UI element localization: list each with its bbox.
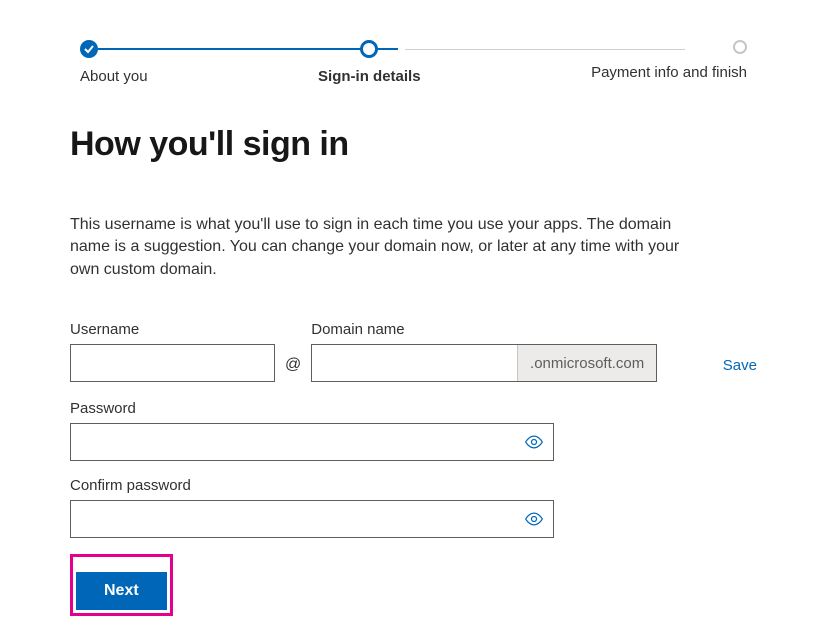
step-signin-details: Sign-in details: [148, 40, 592, 85]
next-button[interactable]: Next: [76, 572, 167, 610]
domain-field-group: Domain name .onmicrosoft.com: [311, 321, 699, 382]
eye-icon[interactable]: [524, 512, 544, 526]
callout-highlight: Next: [70, 554, 173, 616]
check-icon: [80, 40, 98, 58]
confirm-password-field-group: Confirm password: [70, 477, 757, 538]
username-label: Username: [70, 321, 275, 338]
confirm-password-label: Confirm password: [70, 477, 757, 494]
page-description: This username is what you'll use to sign…: [70, 214, 710, 281]
step-about-you: About you: [80, 40, 148, 85]
password-label: Password: [70, 400, 757, 417]
active-step-icon: [360, 40, 378, 58]
step-label: Payment info and finish: [591, 64, 747, 81]
username-domain-row: Username @ Domain name .onmicrosoft.com …: [70, 321, 757, 382]
domain-label: Domain name: [311, 321, 699, 338]
confirm-password-input[interactable]: [70, 500, 554, 538]
step-payment-finish: Payment info and finish: [591, 40, 747, 81]
step-label: About you: [80, 68, 148, 85]
step-label: Sign-in details: [318, 68, 421, 85]
eye-icon[interactable]: [524, 435, 544, 449]
password-input[interactable]: [70, 423, 554, 461]
upcoming-step-icon: [733, 40, 747, 54]
username-input[interactable]: [70, 344, 275, 382]
domain-suffix: .onmicrosoft.com: [517, 345, 656, 381]
domain-input[interactable]: [312, 345, 517, 381]
page-title: How you'll sign in: [70, 125, 757, 164]
password-field-group: Password: [70, 400, 757, 461]
progress-stepper: About you Sign-in details Payment info a…: [0, 0, 827, 85]
save-link[interactable]: Save: [723, 357, 757, 382]
username-field-group: Username: [70, 321, 275, 382]
domain-input-wrap: .onmicrosoft.com: [311, 344, 657, 382]
at-symbol: @: [285, 356, 301, 382]
